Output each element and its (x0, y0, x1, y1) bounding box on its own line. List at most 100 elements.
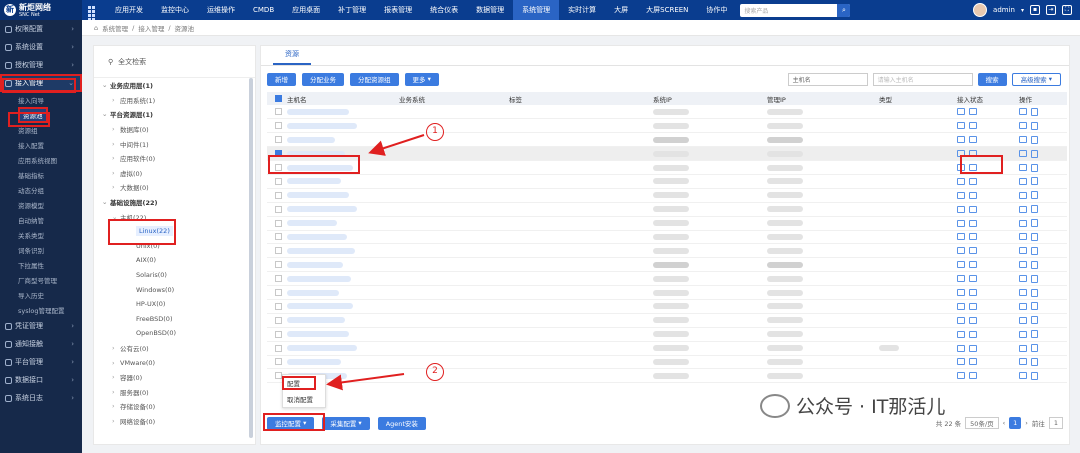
table-row[interactable] (267, 327, 1067, 342)
new-button[interactable]: 新增 (267, 72, 296, 86)
desktop-status-icon[interactable] (969, 275, 977, 283)
monitor-status-icon[interactable] (957, 108, 965, 116)
edit-icon[interactable] (1019, 247, 1027, 255)
tree-node[interactable]: › 容器(0) (102, 370, 255, 385)
sidebar-item[interactable]: 系统设置 › (0, 38, 82, 56)
column-header[interactable]: 系统IP (653, 92, 767, 105)
sidebar-subitem[interactable]: 自动纳管 (0, 212, 82, 227)
advanced-search-button[interactable]: 高级搜索 ▾ (1011, 72, 1061, 86)
monitor-status-icon[interactable] (957, 316, 965, 324)
desktop-status-icon[interactable] (969, 233, 977, 241)
edit-icon[interactable] (1019, 330, 1027, 338)
username[interactable]: admin (993, 6, 1015, 14)
desktop-status-icon[interactable] (969, 136, 977, 144)
monitor-status-icon[interactable] (957, 233, 965, 241)
topnav-item[interactable]: 报表管理 (375, 0, 421, 20)
monitor-status-icon[interactable] (957, 177, 965, 185)
desktop-status-icon[interactable] (969, 344, 977, 352)
hostname-cell[interactable] (287, 108, 349, 115)
tree-node[interactable]: › 中间件(1) (102, 136, 255, 151)
sidebar-subitem[interactable]: 厂商型号管理 (0, 272, 82, 287)
tree-node[interactable]: › 应用软件(0) (102, 151, 255, 166)
sidebar-subitem[interactable]: 资源池 (0, 106, 82, 123)
desktop-status-icon[interactable] (969, 372, 977, 380)
tree-node[interactable]: OpenBSD(0) (102, 326, 255, 341)
table-row[interactable] (267, 216, 1067, 231)
hostname-cell[interactable] (287, 261, 343, 268)
topnav-item[interactable]: 应用桌面 (283, 0, 329, 20)
table-row[interactable] (267, 174, 1067, 189)
monitor-status-icon[interactable] (957, 302, 965, 310)
delete-icon[interactable] (1031, 260, 1038, 269)
column-header[interactable]: 接入状态 (957, 92, 1019, 105)
sidebar-subitem[interactable]: 动态分组 (0, 182, 82, 197)
logout-icon[interactable]: ⇥ (1046, 5, 1056, 15)
row-checkbox[interactable] (275, 247, 282, 255)
tree-node[interactable]: Solaris(0) (102, 268, 255, 283)
tree-node[interactable]: AIX(0) (102, 253, 255, 268)
logo[interactable]: 新 新炬网络 SNC Net (0, 0, 82, 20)
hostname-cell[interactable] (287, 317, 345, 324)
desktop-status-icon[interactable] (969, 191, 977, 199)
delete-icon[interactable] (1031, 246, 1038, 255)
tree-node[interactable]: › 应用系统(1) (102, 93, 255, 108)
edit-icon[interactable] (1019, 275, 1027, 283)
row-checkbox[interactable] (275, 289, 282, 297)
table-row[interactable] (267, 257, 1067, 273)
monitor-status-icon[interactable] (957, 136, 965, 144)
delete-icon[interactable] (1031, 288, 1038, 297)
table-row[interactable] (267, 230, 1067, 245)
hostname-cell[interactable] (287, 289, 339, 296)
delete-icon[interactable] (1031, 219, 1038, 228)
row-checkbox[interactable] (275, 358, 282, 366)
monitor-status-icon[interactable] (957, 289, 965, 297)
monitor-status-icon[interactable] (957, 372, 965, 380)
delete-icon[interactable] (1031, 163, 1038, 172)
tree-node[interactable]: ⌄ 平台资源层(1) (102, 107, 255, 122)
edit-icon[interactable] (1019, 177, 1027, 185)
fullscreen-icon[interactable]: ⛶ (1062, 5, 1072, 15)
monitor-config-button[interactable]: 监控配置 ▾ (267, 416, 315, 430)
row-checkbox[interactable] (275, 150, 282, 158)
global-search-input[interactable]: 搜索产品 ⌕ (740, 3, 851, 17)
table-row[interactable] (267, 313, 1067, 328)
edit-icon[interactable] (1019, 136, 1027, 144)
desktop-status-icon[interactable] (969, 330, 977, 338)
next-page-icon[interactable]: › (1025, 419, 1028, 427)
sidebar-subitem[interactable]: syslog管理配置 (0, 302, 82, 317)
edit-icon[interactable] (1019, 233, 1027, 241)
row-checkbox[interactable] (275, 205, 282, 213)
field-select[interactable]: 主机名 (787, 72, 868, 86)
edit-icon[interactable] (1019, 122, 1027, 130)
delete-icon[interactable] (1031, 330, 1038, 339)
row-checkbox[interactable] (275, 233, 282, 241)
edit-icon[interactable] (1019, 289, 1027, 297)
monitor-status-icon[interactable] (957, 164, 965, 171)
edit-icon[interactable] (1019, 164, 1027, 171)
sidebar-subitem[interactable]: 接入配置 (0, 137, 82, 152)
search-icon[interactable]: ⌕ (837, 3, 851, 17)
sidebar-subitem[interactable]: 词条识别 (0, 242, 82, 257)
table-row[interactable] (267, 285, 1067, 300)
more-button[interactable]: 更多 ▾ (404, 72, 439, 86)
sidebar-subitem[interactable]: 资源组 (0, 122, 82, 137)
table-row[interactable] (267, 368, 1067, 384)
hostname-cell[interactable] (287, 150, 345, 157)
tree-node[interactable]: Linux(22) (102, 224, 255, 239)
monitor-status-icon[interactable] (957, 219, 965, 227)
topnav-item[interactable]: 运维操作 (198, 0, 244, 20)
edit-icon[interactable] (1019, 302, 1027, 310)
tree-node[interactable]: ⌄ 主机(22) (102, 209, 255, 224)
edit-icon[interactable] (1019, 205, 1027, 213)
delete-icon[interactable] (1031, 121, 1038, 130)
sidebar-subitem[interactable]: 接入向导 (0, 92, 82, 107)
desktop-status-icon[interactable] (969, 219, 977, 227)
monitor-status-icon[interactable] (957, 247, 965, 255)
hostname-cell[interactable] (287, 303, 353, 310)
row-checkbox[interactable] (275, 372, 282, 380)
desktop-status-icon[interactable] (969, 358, 977, 366)
topnav-item[interactable]: 数据管理 (467, 0, 513, 20)
home-icon[interactable]: ⌂ (94, 24, 98, 32)
select-all-checkbox[interactable] (275, 95, 282, 102)
table-row[interactable] (267, 105, 1067, 120)
